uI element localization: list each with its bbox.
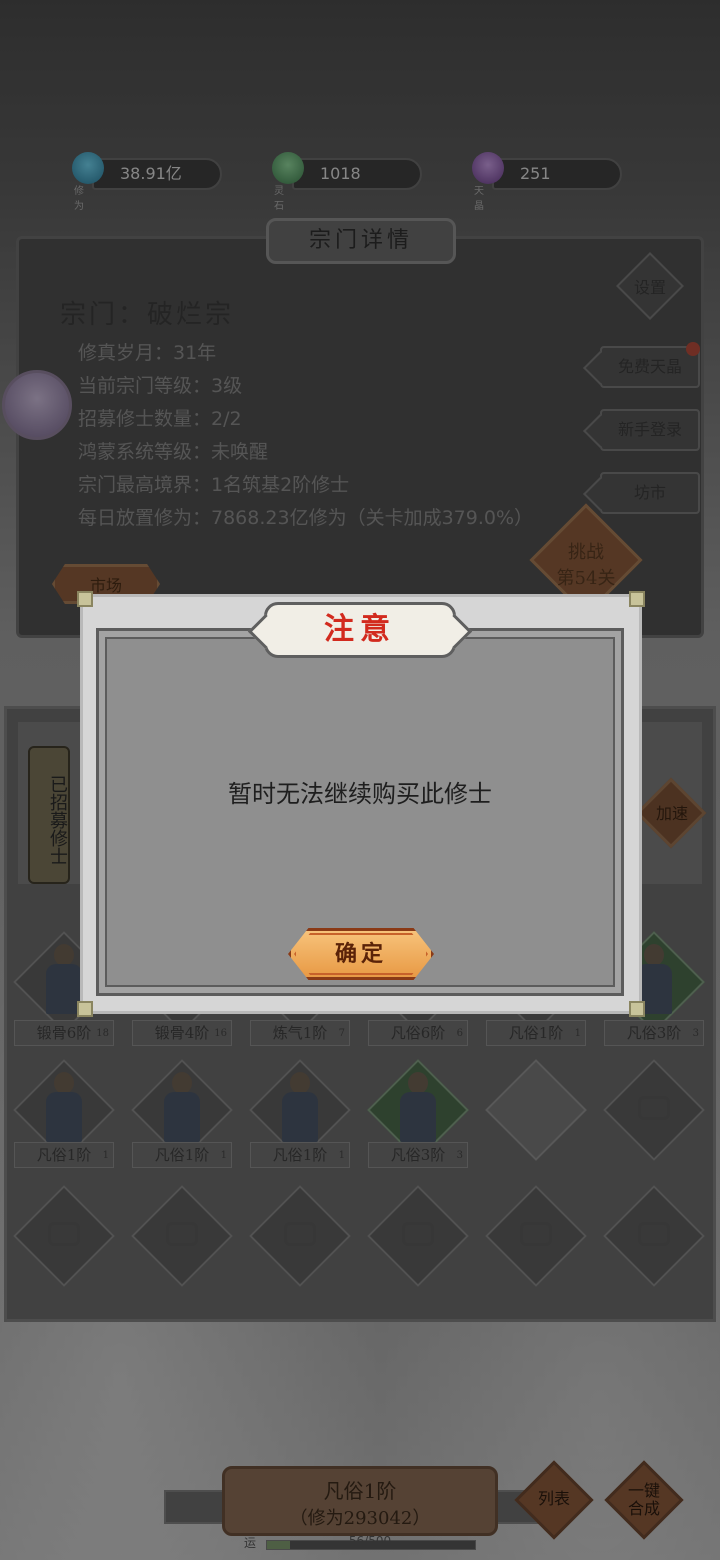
notice-dialog-title: 注意 bbox=[264, 602, 456, 658]
confirm-button[interactable]: 确定 bbox=[288, 928, 434, 980]
confirm-button-label: 确定 bbox=[334, 941, 387, 967]
notice-dialog-message: 暂时无法继续购买此修士 bbox=[228, 780, 492, 808]
